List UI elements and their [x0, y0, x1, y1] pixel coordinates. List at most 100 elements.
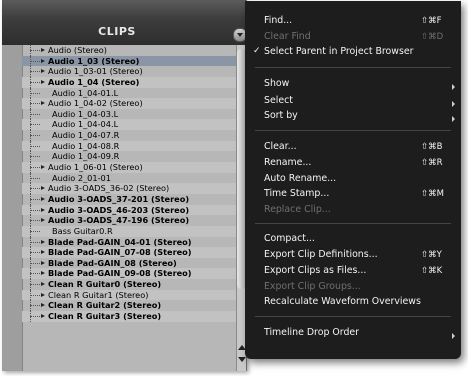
menu-shortcut-export-clip-definitions: ⇧⌘Y: [421, 250, 442, 260]
clip-row[interactable]: Blade Pad-GAIN_08 (Stereo): [22, 257, 236, 269]
tree-branch: [30, 60, 40, 62]
disclosure-triangle-icon[interactable]: [41, 69, 45, 74]
clip-row[interactable]: Blade Pad-GAIN_09-08 (Stereo): [22, 268, 236, 280]
clip-name: Audio 1_04-03.L: [52, 108, 119, 119]
disclosure-triangle-icon[interactable]: [41, 186, 45, 191]
clip-row[interactable]: Audio 3-OADS_46-203 (Stereo): [22, 204, 236, 216]
track-sidebar: [2, 45, 23, 371]
clip-name: Audio 1_04-08.R: [52, 140, 120, 151]
menu-item-recalculate-waveform-overviews[interactable]: Recalculate Waveform Overviews: [264, 296, 421, 307]
disclosure-triangle-icon[interactable]: [41, 292, 45, 297]
menu-item-timeline-drop-order[interactable]: Timeline Drop Order: [264, 327, 359, 338]
clip-row[interactable]: Audio 1_04-04.L: [22, 119, 236, 131]
clip-row[interactable]: Bass Guitar0.R: [22, 225, 236, 237]
disclosure-triangle-icon[interactable]: [41, 239, 45, 244]
clip-row[interactable]: Audio 1_04-02 (Stereo): [22, 98, 236, 109]
tree-branch: [30, 209, 40, 211]
disclosure-triangle-icon[interactable]: [41, 101, 45, 106]
menu-item-find[interactable]: Find...: [264, 15, 292, 26]
disclosure-triangle-icon[interactable]: [41, 207, 45, 212]
menu-item-export-clip-groups: Export Clip Groups...: [264, 281, 361, 292]
clip-name: Audio 1_04-04.L: [52, 119, 119, 130]
scroll-down-arrow-icon[interactable]: [238, 357, 246, 362]
menu-item-auto-rename[interactable]: Auto Rename...: [264, 173, 336, 184]
clips-title: CLIPS: [98, 25, 136, 38]
clip-row[interactable]: Audio 3-OADS_36-02 (Stereo): [22, 183, 236, 194]
clip-row[interactable]: Audio 1_03 (Stereo): [22, 55, 246, 67]
clip-row[interactable]: Audio 1_04-09.R: [22, 151, 236, 163]
disclosure-triangle-icon[interactable]: [41, 260, 45, 265]
menu-item-replace-clip: Replace Clip...: [264, 204, 331, 215]
disclosure-triangle-icon[interactable]: [41, 79, 45, 84]
menu-item-compact[interactable]: Compact...: [264, 233, 315, 244]
clip-row[interactable]: Audio 3-OADS_47-196 (Stereo): [22, 215, 236, 226]
clip-row[interactable]: Blade Pad-GAIN_07-08 (Stereo): [22, 247, 236, 258]
clip-row[interactable]: Audio 1_04-08.R: [22, 140, 236, 152]
clip-row[interactable]: Audio 2_01-01: [22, 172, 236, 184]
menu-item-rename[interactable]: Rename...: [264, 157, 311, 168]
clip-row[interactable]: Audio 1_04-01.L: [22, 87, 236, 99]
clip-row[interactable]: Audio 1_06-01 (Stereo): [22, 162, 236, 173]
clip-name: Clean R Guitar0 (Stereo): [48, 279, 162, 290]
tree-branch: [30, 113, 40, 115]
disclosure-triangle-icon[interactable]: [41, 282, 45, 287]
tree-branch: [30, 284, 40, 286]
menu-shortcut-time-stamp: ⇧⌘M: [421, 189, 444, 199]
disclosure-triangle-icon[interactable]: [41, 314, 45, 319]
menu-item-time-stamp[interactable]: Time Stamp...: [264, 188, 329, 199]
tree-branch: [30, 294, 40, 296]
clips-panel: CLIPS Audio (Stereo) Audio 1_03 (Stereo) A…: [2, 0, 247, 371]
disclosure-triangle-icon[interactable]: [41, 218, 45, 223]
tree-branch: [30, 273, 40, 275]
clip-row[interactable]: Audio 3-OADS_37-201 (Stereo): [22, 193, 236, 205]
clip-name: Audio 3-OADS_47-196 (Stereo): [48, 215, 190, 226]
clip-row[interactable]: Audio 1_04-03.L: [22, 108, 236, 120]
clip-name: Clean R Guitar3 (Stereo): [48, 311, 162, 322]
clips-header: CLIPS: [2, 0, 246, 45]
checkmark-icon: ✓: [253, 46, 261, 56]
clip-name: Audio 1_03 (Stereo): [48, 55, 140, 66]
tree-branch: [30, 220, 40, 222]
menu-item-select-parent[interactable]: Select Parent in Project Browser: [264, 46, 413, 57]
menu-item-select[interactable]: Select: [264, 95, 293, 106]
clip-row[interactable]: Audio (Stereo): [22, 45, 236, 56]
menu-item-clear[interactable]: Clear...: [264, 141, 297, 152]
clip-row[interactable]: Audio 1_04 (Stereo): [22, 76, 236, 88]
menu-item-show[interactable]: Show: [264, 78, 289, 89]
tree-branch: [30, 241, 40, 243]
tree-branch: [30, 81, 40, 83]
disclosure-triangle-icon[interactable]: [41, 165, 45, 170]
disclosure-triangle-icon[interactable]: [41, 48, 45, 52]
menu-item-export-clips-as-files[interactable]: Export Clips as Files...: [264, 265, 366, 276]
disclosure-triangle-icon[interactable]: [41, 250, 45, 255]
disclosure-triangle-icon[interactable]: [41, 303, 45, 308]
clip-row[interactable]: Clean R Guitar0 (Stereo): [22, 279, 236, 290]
clip-row[interactable]: Clean R Guitar1 (Stereo): [22, 289, 236, 301]
menu-item-clear-find: Clear Find: [264, 31, 311, 42]
clip-name: Bass Guitar0.R: [52, 225, 113, 236]
clip-row[interactable]: Clean R Guitar3 (Stereo): [22, 311, 236, 322]
tree-branch: [30, 262, 40, 264]
clip-row[interactable]: Audio 1_04-07.R: [22, 130, 236, 141]
clip-name: Audio (Stereo): [48, 45, 107, 55]
clip-row[interactable]: Clean R Guitar2 (Stereo): [22, 300, 236, 312]
menu-item-export-clip-definitions[interactable]: Export Clip Definitions...: [264, 249, 378, 260]
menu-item-sort-by[interactable]: Sort by: [264, 110, 298, 121]
disclosure-triangle-icon[interactable]: [41, 196, 45, 201]
clip-name: Audio 1_06-01 (Stereo): [48, 162, 143, 173]
tree-branch: [30, 198, 40, 200]
clip-name: Audio 3-OADS_37-201 (Stereo): [48, 193, 190, 204]
disclosure-triangle-icon[interactable]: [41, 58, 45, 63]
clip-row[interactable]: Audio 1_03-01 (Stereo): [22, 66, 236, 77]
clip-name: Audio 1_04-07.R: [52, 130, 120, 141]
menu-shortcut-find: ⇧⌘F: [421, 16, 442, 26]
tree-branch: [30, 230, 40, 232]
disclosure-triangle-icon[interactable]: [41, 271, 45, 276]
menu-separator: [255, 316, 451, 317]
clip-row[interactable]: Blade Pad-GAIN_04-01 (Stereo): [22, 236, 236, 248]
tree-branch: [30, 103, 40, 105]
clip-name: Clean R Guitar1 (Stereo): [48, 289, 149, 300]
tree-branch: [30, 305, 40, 307]
clip-name: Audio 1_04-02 (Stereo): [48, 98, 143, 109]
tree-branch: [30, 252, 40, 254]
